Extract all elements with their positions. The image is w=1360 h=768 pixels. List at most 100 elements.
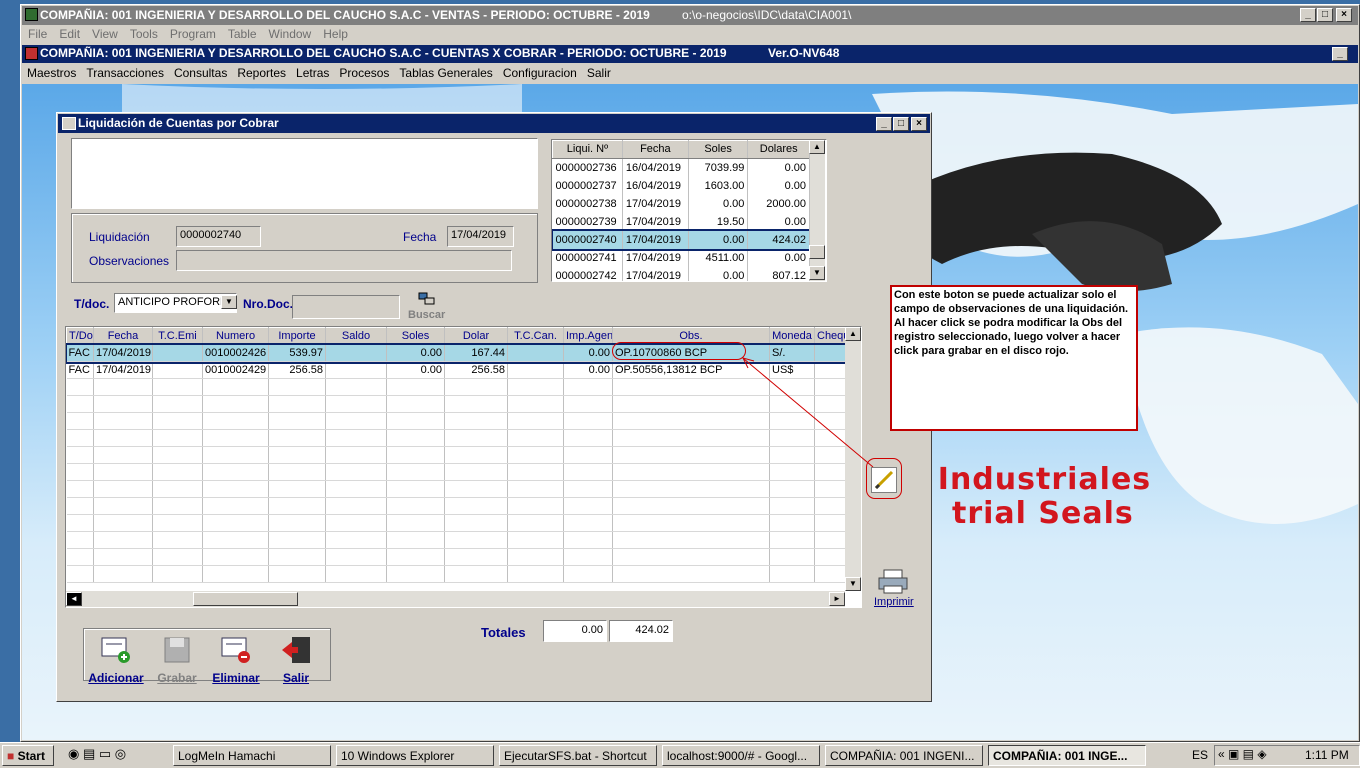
dialog-minimize-button[interactable]: _ bbox=[876, 117, 892, 131]
banner-line-2: trial Seals bbox=[952, 496, 1134, 531]
start-button[interactable]: ■ Start bbox=[2, 745, 54, 766]
dialog-maximize-button[interactable]: □ bbox=[893, 117, 909, 131]
totales-label: Totales bbox=[481, 625, 526, 640]
menu-salir[interactable]: Salir bbox=[587, 64, 611, 80]
language-indicator[interactable]: ES bbox=[1192, 748, 1208, 762]
dialog-title-bar[interactable]: Liquidación de Cuentas por Cobrar bbox=[58, 114, 930, 133]
imprimir-label[interactable]: Imprimir bbox=[874, 596, 914, 608]
grid-empty-row bbox=[66, 565, 848, 583]
buscar-icon[interactable] bbox=[418, 292, 436, 306]
liq-row[interactable]: 0000002740 17/04/2019 0.00 424.02 bbox=[552, 228, 812, 251]
grid-empty-row bbox=[66, 497, 848, 515]
edit-obs-button[interactable] bbox=[871, 467, 897, 493]
grid-hscrollbar[interactable] bbox=[66, 591, 845, 607]
taskbar-item-cxc[interactable]: COMPAÑIA: 001 INGE... bbox=[988, 745, 1146, 766]
menu-tools[interactable]: Tools bbox=[130, 26, 158, 41]
fecha-field[interactable]: 17/04/2019 bbox=[447, 226, 514, 247]
grid-header[interactable]: Soles bbox=[386, 327, 445, 345]
liq-row[interactable]: 0000002741 17/04/2019 4511.00 0.00 bbox=[552, 248, 810, 267]
salir-button[interactable]: Salir bbox=[267, 636, 325, 685]
nrodoc-label: Nro.Doc. bbox=[243, 297, 294, 311]
liq-header-soles[interactable]: Soles bbox=[687, 140, 749, 159]
banner-line-1: e Industriales bbox=[905, 462, 1152, 497]
liquidaciones-list[interactable]: Liqui. Nº Fecha Soles Dolares 0000002736… bbox=[551, 139, 827, 282]
grid-scroll-right[interactable]: ► bbox=[829, 592, 845, 606]
menu-configuracion[interactable]: Configuracion bbox=[503, 64, 577, 80]
dialog-close-button[interactable]: × bbox=[911, 117, 927, 131]
taskbar-item-hamachi[interactable]: LogMeIn Hamachi bbox=[173, 745, 331, 766]
menu-file[interactable]: File bbox=[28, 26, 47, 41]
observaciones-field[interactable] bbox=[176, 250, 512, 271]
grid-hscroll-thumb[interactable] bbox=[193, 592, 298, 606]
menu-table[interactable]: Table bbox=[228, 26, 257, 41]
buscar-label[interactable]: Buscar bbox=[408, 309, 445, 321]
grid-header[interactable]: T.C.Emi bbox=[152, 327, 203, 345]
liq-cell: 0.00 bbox=[688, 194, 749, 213]
grid-empty-row bbox=[66, 395, 848, 413]
grid-empty-row bbox=[66, 446, 848, 464]
inner-minimize-button[interactable]: _ bbox=[1332, 47, 1348, 61]
grid-header[interactable]: Fecha bbox=[93, 327, 153, 345]
grid-header[interactable]: Dolar bbox=[444, 327, 508, 345]
close-button[interactable]: × bbox=[1336, 8, 1352, 22]
grid-scroll-left[interactable]: ◄ bbox=[66, 592, 82, 606]
liq-scrollbar[interactable] bbox=[809, 140, 825, 281]
grid-header[interactable]: Saldo bbox=[325, 327, 387, 345]
grid-header[interactable]: Imp.Agent bbox=[563, 327, 613, 345]
observaciones-label: Observaciones bbox=[89, 254, 170, 268]
liq-row[interactable]: 0000002737 16/04/2019 1603.00 0.00 bbox=[552, 176, 810, 195]
taskbar-item-shortcut[interactable]: EjecutarSFS.bat - Shortcut bbox=[499, 745, 657, 766]
menu-tablas-generales[interactable]: Tablas Generales bbox=[399, 64, 492, 80]
memo-area[interactable] bbox=[71, 138, 538, 209]
outer-title-bar[interactable]: COMPAÑIA: 001 INGENIERIA Y DESARROLLO DE… bbox=[22, 6, 1358, 25]
quicklaunch-icons[interactable]: ◉ ▤ ▭ ◎ bbox=[68, 746, 126, 762]
grabar-button[interactable]: Grabar bbox=[148, 636, 206, 685]
menu-help[interactable]: Help bbox=[323, 26, 348, 41]
grid-header[interactable]: Moneda bbox=[769, 327, 815, 345]
menu-transacciones[interactable]: Transacciones bbox=[86, 64, 164, 80]
grid-header[interactable]: Importe bbox=[268, 327, 326, 345]
liq-row[interactable]: 0000002739 17/04/2019 19.50 0.00 bbox=[552, 212, 810, 231]
liq-header-dolares[interactable]: Dolares bbox=[747, 140, 810, 159]
grid-header[interactable]: Chequ bbox=[814, 327, 848, 345]
grid-header[interactable]: Numero bbox=[202, 327, 269, 345]
grid-header[interactable]: T/Doc bbox=[66, 327, 94, 345]
tdoc-dropdown-arrow[interactable]: ▼ bbox=[221, 295, 237, 309]
nrodoc-field[interactable] bbox=[292, 295, 400, 319]
taskbar-item-explorer[interactable]: 10 Windows Explorer bbox=[336, 745, 494, 766]
grid-scroll-down[interactable]: ▼ bbox=[845, 577, 861, 591]
menu-window[interactable]: Window bbox=[269, 26, 312, 41]
taskbar-item-ventas[interactable]: COMPAÑIA: 001 INGENI... bbox=[825, 745, 983, 766]
eliminar-button[interactable]: Eliminar bbox=[207, 636, 265, 685]
inner-menu-bar: Maestros Transacciones Consultas Reportes Le… bbox=[22, 64, 1358, 83]
tdoc-select[interactable]: ANTICIPO PROFORMA bbox=[114, 293, 237, 313]
menu-view[interactable]: View bbox=[92, 26, 118, 41]
liq-row[interactable]: 0000002742 17/04/2019 0.00 807.12 bbox=[552, 266, 810, 281]
printer-icon[interactable] bbox=[877, 568, 909, 594]
menu-consultas[interactable]: Consultas bbox=[174, 64, 227, 80]
menu-letras[interactable]: Letras bbox=[296, 64, 329, 80]
menu-procesos[interactable]: Procesos bbox=[339, 64, 389, 80]
liq-scroll-thumb[interactable] bbox=[809, 245, 825, 259]
adicionar-button[interactable]: Adicionar bbox=[87, 636, 145, 685]
menu-reportes[interactable]: Reportes bbox=[237, 64, 286, 80]
menu-edit[interactable]: Edit bbox=[59, 26, 80, 41]
liq-header-fecha[interactable]: Fecha bbox=[621, 140, 689, 159]
liq-scroll-up[interactable]: ▲ bbox=[809, 140, 825, 154]
grid-row[interactable]: FAC 17/04/2019 0010002429 256.58 0.00 256.58 0… bbox=[66, 361, 848, 379]
grid-scroll-up[interactable]: ▲ bbox=[845, 327, 861, 341]
taskbar-item-chrome[interactable]: localhost:9000/# - Googl... bbox=[662, 745, 820, 766]
tray-icons[interactable]: « ▣ ▤ ◈ bbox=[1218, 747, 1267, 761]
minimize-button[interactable]: _ bbox=[1300, 8, 1316, 22]
menu-program[interactable]: Program bbox=[170, 26, 216, 41]
grid-header[interactable]: T.C.Can. bbox=[507, 327, 564, 345]
inner-title-bar[interactable]: COMPAÑIA: 001 INGENIERIA Y DESARROLLO DE… bbox=[22, 45, 1358, 63]
maximize-button[interactable]: □ bbox=[1317, 8, 1333, 22]
liq-row[interactable]: 0000002738 17/04/2019 0.00 2000.00 bbox=[552, 194, 810, 213]
menu-maestros[interactable]: Maestros bbox=[27, 64, 76, 80]
outer-path: o:\o-negocios\IDC\data\CIA001\ bbox=[682, 8, 852, 22]
liquidacion-field[interactable]: 0000002740 bbox=[176, 226, 261, 247]
liq-header-num[interactable]: Liqui. Nº bbox=[552, 140, 623, 159]
liq-row[interactable]: 0000002736 16/04/2019 7039.99 0.00 bbox=[552, 158, 810, 177]
liq-scroll-down[interactable]: ▼ bbox=[809, 266, 825, 280]
